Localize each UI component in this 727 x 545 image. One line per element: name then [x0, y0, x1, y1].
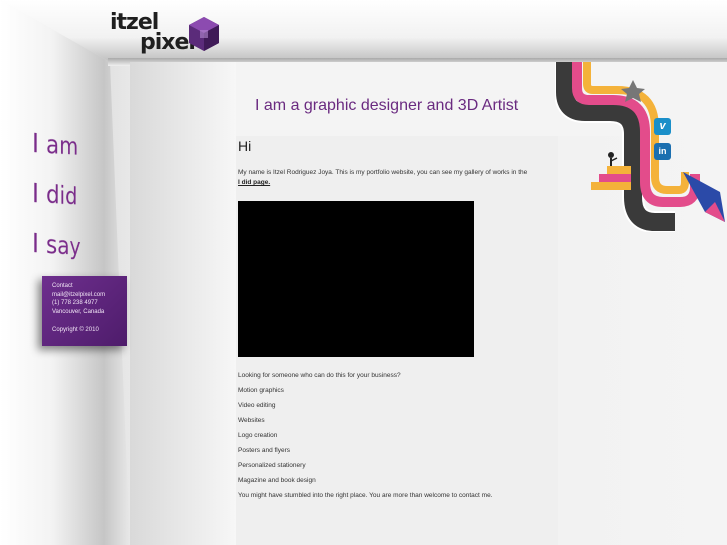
side-wall	[130, 62, 236, 545]
copyright: Copyright © 2010	[52, 327, 99, 333]
service-item: Posters and flyers	[238, 447, 291, 454]
main-content: Hi My name is Itzel Rodriguez Joya. This…	[238, 138, 558, 188]
services-question: Looking for someone who can do this for …	[238, 372, 401, 379]
contact-title: Contact	[52, 283, 73, 289]
i-did-page-link[interactable]: I did page.	[238, 179, 270, 186]
service-item: Video editing	[238, 402, 276, 409]
nav-i-did[interactable]: I did	[32, 178, 77, 211]
greeting: Hi	[238, 138, 252, 154]
road-illustration	[555, 62, 725, 232]
page-headline: I am a graphic designer and 3D Artist	[255, 97, 519, 114]
services-list: Looking for someone who can do this for …	[238, 372, 538, 507]
contact-email[interactable]: mail@itzelpixel.com	[52, 291, 127, 300]
service-item: Personalized stationery	[238, 462, 306, 469]
nav-i-say[interactable]: I say	[32, 228, 81, 261]
contact-box: Contact mail@itzelpixel.com (1) 778 238 …	[42, 276, 127, 346]
service-item: Logo creation	[238, 432, 278, 439]
video-player[interactable]	[238, 201, 474, 357]
intro-text: My name is Itzel Rodriguez Joya. This is…	[238, 169, 528, 176]
cube-icon	[189, 17, 219, 51]
services-closing: You might have stumbled into the right p…	[238, 492, 493, 499]
contact-phone: (1) 778 238 4977	[52, 300, 98, 306]
site-logo[interactable]: itzel pixel	[110, 10, 225, 60]
service-item: Websites	[238, 417, 265, 424]
logo-text-line2: pixel	[140, 30, 196, 55]
service-item: Motion graphics	[238, 387, 284, 394]
service-item: Magazine and book design	[238, 477, 316, 484]
intro-paragraph: My name is Itzel Rodriguez Joya. This is…	[238, 168, 528, 188]
left-wall	[0, 0, 130, 545]
linkedin-icon[interactable]: in	[654, 143, 671, 160]
nav-i-am[interactable]: I am	[32, 128, 78, 161]
contact-location: Vancouver, Canada	[52, 308, 105, 315]
vimeo-icon[interactable]: v	[654, 118, 671, 135]
